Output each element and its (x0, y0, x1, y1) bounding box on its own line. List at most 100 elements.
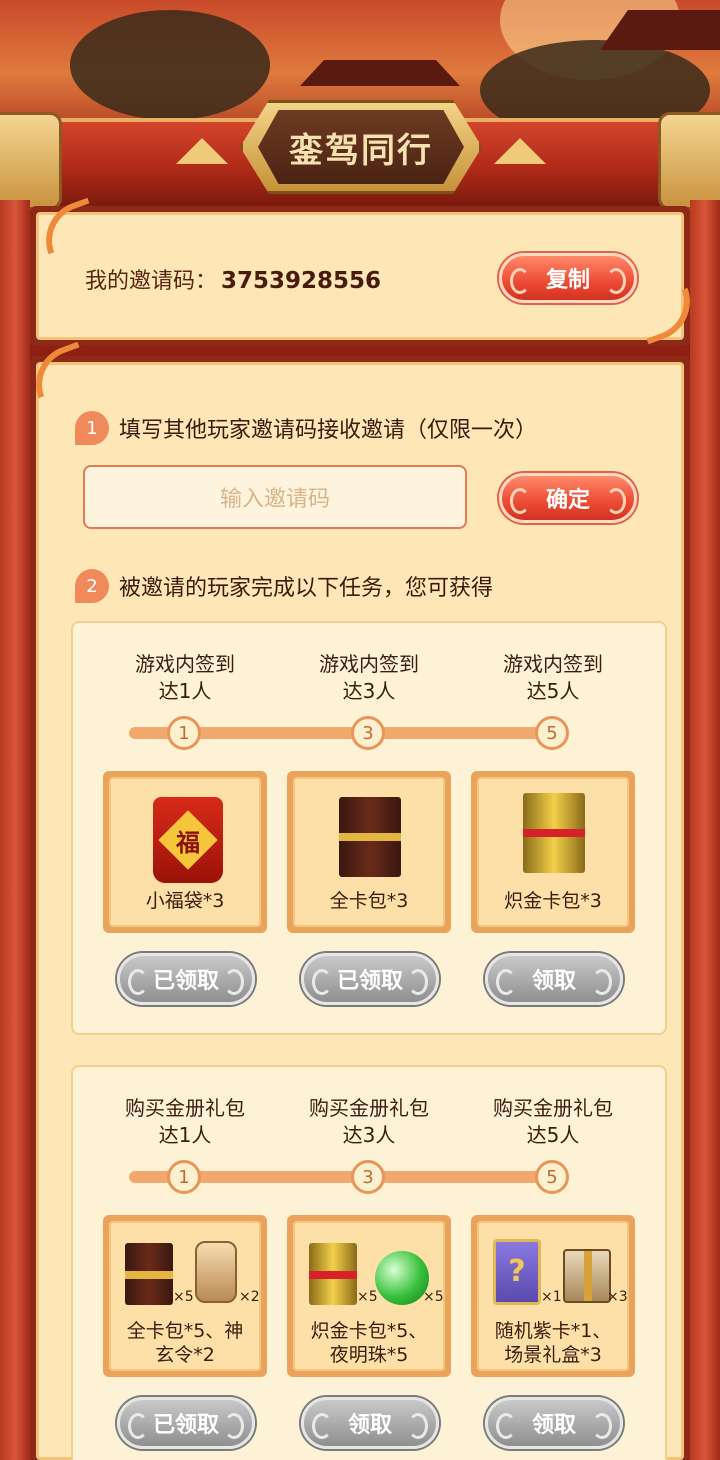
fu-character: 福 (176, 828, 200, 857)
item-quantity: ×5 (423, 1289, 444, 1305)
step-number-badge-icon: 2 (75, 569, 109, 603)
invite-code-input[interactable]: 输入邀请码 (83, 465, 467, 529)
pearl-icon (375, 1251, 429, 1305)
checkin-reward-section: 游戏内签到 达1人 游戏内签到 达3人 游戏内签到 达5人 1 3 5 福 小福… (71, 621, 667, 1035)
pillar-left (0, 200, 30, 1460)
tier-label-line: 达1人 (158, 679, 212, 703)
claim-button-label: 已领取 (152, 1413, 219, 1438)
reward-card-inner: 全卡包*3 (293, 777, 445, 927)
reward-card: ? ×1 ×3 随机紫卡*1、 场景礼盒*3 (471, 1215, 635, 1377)
card-pack-icon (125, 1243, 173, 1305)
tier-label-line: 购买金册礼包 (309, 1096, 429, 1120)
reward-card: 炽金卡包*3 (471, 771, 635, 933)
invite-code-panel: 我的邀请码： 3753928556 复制 (30, 206, 690, 346)
tier-label: 购买金册礼包 达5人 (463, 1095, 643, 1149)
palace-roof (300, 60, 460, 86)
reward-card: ×5 ×2 全卡包*5、神 玄令*2 (103, 1215, 267, 1377)
reward-card: 福 小福袋*3 (103, 771, 267, 933)
tier-label-line: 达5人 (526, 679, 580, 703)
claim-button-label: 已领取 (336, 969, 403, 994)
reward-card: 全卡包*3 (287, 771, 451, 933)
tier-label-line: 游戏内签到 (135, 652, 235, 676)
step-1-text: 填写其他玩家邀请码接收邀请（仅限一次） (119, 418, 538, 443)
reward-name-line: 夜明珠*5 (329, 1344, 409, 1366)
card-pack-ribbon (125, 1271, 173, 1279)
tier-label-line: 达3人 (342, 1123, 396, 1147)
reward-card-inner: 炽金卡包*3 (477, 777, 629, 927)
gold-card-pack-icon (523, 793, 585, 873)
tier-label-line: 达1人 (158, 1123, 212, 1147)
main-panel-inner: 1 填写其他玩家邀请码接收邀请（仅限一次） 输入邀请码 确定 2 被邀请的玩家完… (36, 362, 684, 1460)
progress-node: 5 (535, 1160, 569, 1194)
invite-code-value: 3753928556 (221, 268, 382, 294)
claimed-button[interactable]: 已领取 (117, 953, 255, 1005)
reward-name-line: 场景礼盒*3 (504, 1344, 602, 1366)
tier-label-line: 购买金册礼包 (493, 1096, 613, 1120)
invite-code-placeholder: 输入邀请码 (219, 487, 330, 512)
reward-name-line: 玄令*2 (155, 1344, 215, 1366)
tier-label: 购买金册礼包 达1人 (95, 1095, 275, 1149)
main-panel: 1 填写其他玩家邀请码接收邀请（仅限一次） 输入邀请码 确定 2 被邀请的玩家完… (30, 356, 690, 1460)
page-title: 銮驾同行 (289, 130, 433, 171)
tier-label: 游戏内签到 达5人 (463, 651, 643, 705)
claim-button-label: 领取 (347, 1413, 392, 1438)
claim-button-label: 领取 (531, 969, 576, 994)
reward-name: 炽金卡包*5、 夜明珠*5 (295, 1319, 443, 1367)
confirm-button[interactable]: 确定 (499, 473, 637, 523)
confirm-button-label: 确定 (545, 488, 590, 513)
copy-button[interactable]: 复制 (499, 253, 637, 303)
tree-left (70, 10, 270, 120)
step-1: 1 填写其他玩家邀请码接收邀请（仅限一次） (75, 411, 537, 445)
step-number-badge-icon: 1 (75, 411, 109, 445)
item-quantity: ×5 (173, 1289, 194, 1305)
pillar-right (690, 200, 720, 1460)
step-2: 2 被邀请的玩家完成以下任务，您可获得 (75, 569, 493, 603)
copy-button-label: 复制 (545, 268, 590, 293)
item-quantity: ×3 (607, 1289, 628, 1305)
reward-name-line: 炽金卡包*5、 (310, 1320, 428, 1342)
card-pack-ribbon (523, 829, 585, 837)
beam-ornament-right (658, 112, 720, 210)
tier-label-line: 达5人 (526, 1123, 580, 1147)
tier-label: 游戏内签到 达1人 (95, 651, 275, 705)
tier-label-line: 游戏内签到 (503, 652, 603, 676)
reward-name-line: 随机紫卡*1、 (494, 1320, 612, 1342)
gift-box-icon (563, 1249, 611, 1303)
claimed-button[interactable]: 已领取 (117, 1397, 255, 1449)
progress-node: 5 (535, 716, 569, 750)
invite-code-panel-inner: 我的邀请码： 3753928556 复制 (36, 212, 684, 340)
mystery-card-icon: ? (493, 1239, 541, 1305)
card-pack-icon (339, 797, 401, 877)
reward-card: ×5 ×5 炽金卡包*5、 夜明珠*5 (287, 1215, 451, 1377)
claimed-button[interactable]: 已领取 (301, 953, 439, 1005)
claim-button-label: 领取 (531, 1413, 576, 1438)
tier-label: 购买金册礼包 达3人 (279, 1095, 459, 1149)
gold-card-pack-icon (309, 1243, 357, 1305)
progress-node: 3 (351, 1160, 385, 1194)
reward-name: 炽金卡包*3 (504, 890, 602, 912)
reward-name-line: 全卡包*5、神 (126, 1320, 244, 1342)
reward-name: 全卡包*3 (329, 890, 409, 912)
beam-ornament-left (0, 112, 62, 210)
reward-card-inner: ×5 ×2 全卡包*5、神 玄令*2 (109, 1221, 261, 1371)
card-pack-ribbon (339, 833, 401, 841)
reward-name: 全卡包*5、神 玄令*2 (111, 1319, 259, 1367)
tier-label-line: 购买金册礼包 (125, 1096, 245, 1120)
invite-code-row: 我的邀请码： 3753928556 (85, 263, 381, 295)
purchase-reward-section: 购买金册礼包 达1人 购买金册礼包 达3人 购买金册礼包 达5人 1 3 5 ×… (71, 1065, 667, 1460)
token-icon (195, 1241, 237, 1303)
ornament-triangle-left (176, 138, 228, 164)
claim-button[interactable]: 领取 (485, 953, 623, 1005)
lucky-bag-icon: 福 (153, 797, 223, 883)
reward-card-inner: ? ×1 ×3 随机紫卡*1、 场景礼盒*3 (477, 1221, 629, 1371)
ornament-triangle-right (494, 138, 546, 164)
card-pack-ribbon (309, 1271, 357, 1279)
progress-node: 1 (167, 716, 201, 750)
claim-button[interactable]: 领取 (301, 1397, 439, 1449)
reward-name: 随机紫卡*1、 场景礼盒*3 (479, 1319, 627, 1367)
tier-label-line: 达3人 (342, 679, 396, 703)
claim-button[interactable]: 领取 (485, 1397, 623, 1449)
progress-node: 1 (167, 1160, 201, 1194)
title-plaque-inner: 銮驾同行 (258, 110, 464, 184)
reward-card-inner: 福 小福袋*3 (109, 777, 261, 927)
